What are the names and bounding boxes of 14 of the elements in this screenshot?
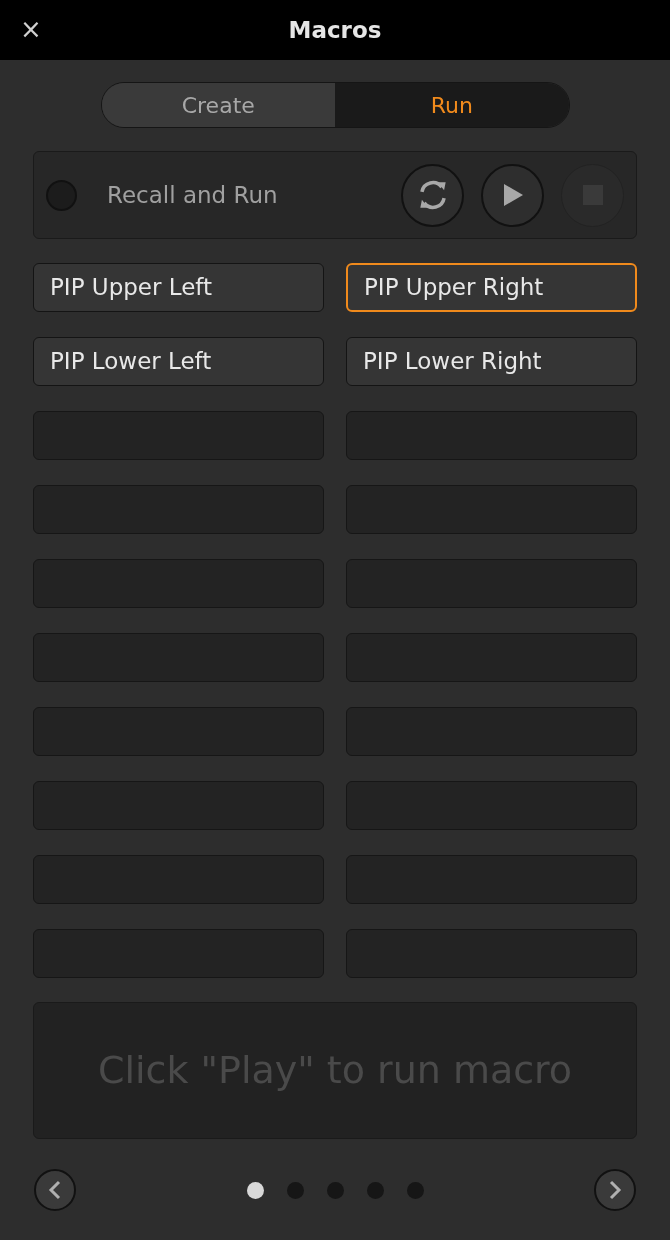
macro-button[interactable]: PIP Lower Left (33, 337, 324, 386)
play-icon (501, 183, 524, 207)
macro-button[interactable]: PIP Upper Right (346, 263, 637, 312)
window-title: Macros (288, 15, 382, 45)
macro-button[interactable]: PIP Upper Left (33, 263, 324, 312)
chevron-left-icon (48, 1180, 62, 1200)
macro-button[interactable]: PIP Lower Right (346, 337, 637, 386)
previous-button[interactable] (34, 1169, 76, 1211)
next-button[interactable] (594, 1169, 636, 1211)
tab[interactable]: Run (335, 83, 569, 127)
recall-label: Recall and Run (107, 180, 279, 210)
close-button[interactable]: × (20, 14, 42, 44)
tab[interactable]: Create (101, 83, 335, 127)
chevron-right-icon (608, 1180, 622, 1200)
